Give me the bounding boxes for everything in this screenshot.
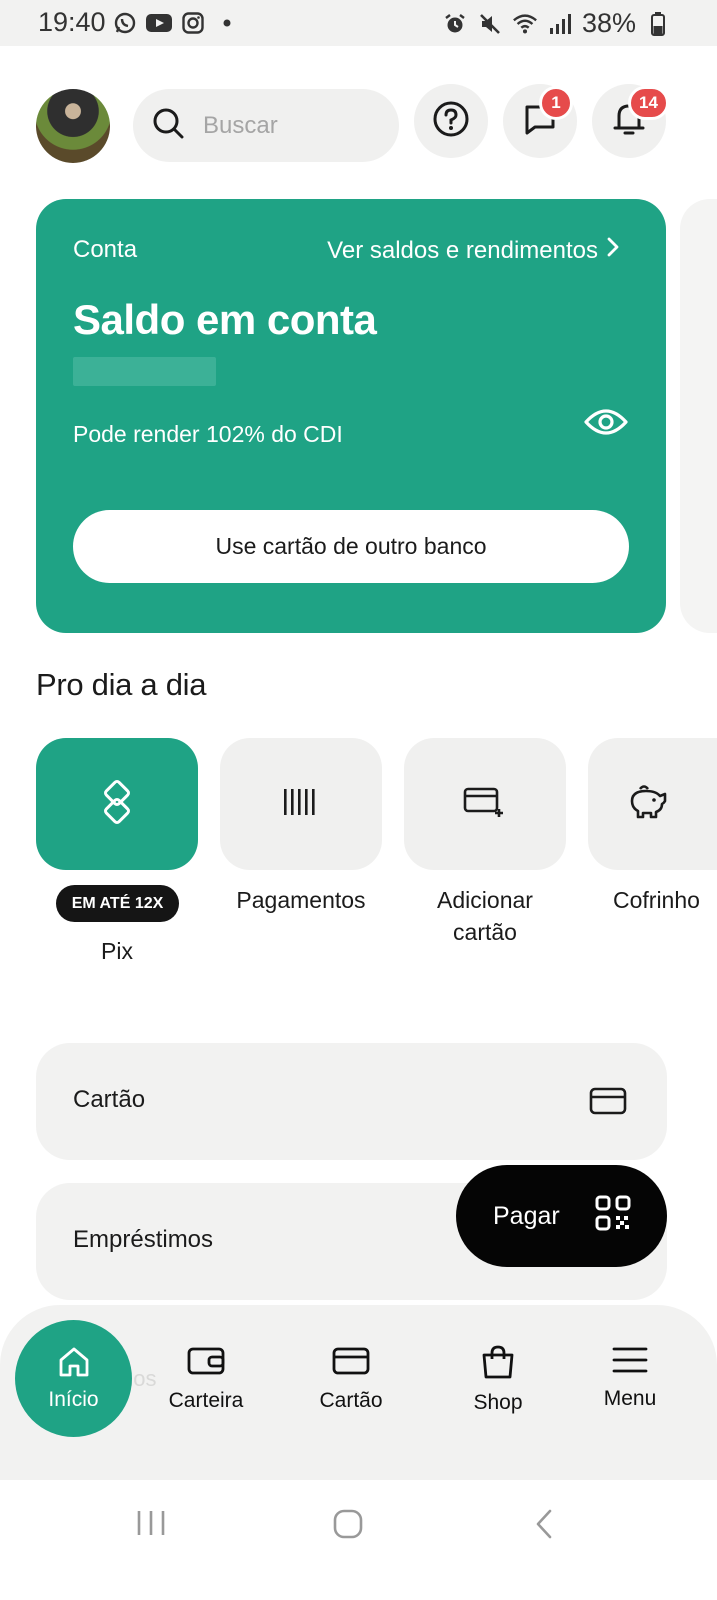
nav-home-label: Início <box>48 1387 99 1411</box>
instagram-icon <box>180 10 206 36</box>
hidden-balance <box>73 357 216 386</box>
menu-icon <box>612 1345 648 1381</box>
card-icon <box>589 1086 627 1121</box>
pay-button[interactable]: Pagar <box>456 1165 667 1267</box>
nav-menu[interactable]: Menu <box>575 1345 685 1411</box>
payments-tile[interactable] <box>220 738 382 870</box>
section-title: Pro dia a dia <box>36 667 207 702</box>
home-icon <box>57 1346 91 1384</box>
signal-icon <box>547 11 573 37</box>
recent-apps-icon[interactable] <box>136 1509 166 1542</box>
battery-percent: 38% <box>581 8 636 38</box>
nav-card[interactable]: Cartão <box>296 1345 406 1413</box>
shopping-bag-icon <box>480 1345 516 1385</box>
nav-home[interactable]: Início <box>15 1320 132 1437</box>
help-icon <box>432 100 470 143</box>
avatar[interactable] <box>36 89 110 163</box>
piggy-bank-icon <box>626 783 668 826</box>
mute-icon <box>477 11 503 37</box>
balance-title: Saldo em conta <box>73 296 377 343</box>
pix-tile[interactable] <box>36 738 198 870</box>
notifications-badge: 14 <box>628 86 669 120</box>
add-card-label: Adicionar cartão <box>437 887 533 945</box>
cdi-yield-text: Pode render 102% do CDI <box>73 421 343 447</box>
dot-icon <box>214 10 240 36</box>
messages-badge: 1 <box>539 86 573 120</box>
card-icon <box>332 1345 370 1383</box>
messages-button[interactable]: 1 <box>503 84 577 158</box>
nav-shop[interactable]: Shop <box>443 1345 553 1415</box>
account-card[interactable]: Conta Ver saldos e rendimentos Saldo em … <box>36 199 666 633</box>
help-button[interactable] <box>414 84 488 158</box>
pay-button-label: Pagar <box>493 1201 560 1230</box>
piggy-bank-label: Cofrinho <box>613 887 700 913</box>
nav-wallet-label: Carteira <box>168 1389 244 1412</box>
system-nav-bar <box>0 1480 717 1600</box>
battery-icon <box>645 11 671 37</box>
chevron-right-icon <box>606 236 620 265</box>
status-system-icons: 38% <box>442 8 671 39</box>
piggy-bank-tile[interactable] <box>588 738 717 870</box>
status-time: 19:40 <box>38 7 106 37</box>
payments-label: Pagamentos <box>236 887 366 913</box>
nav-card-label: Cartão <box>319 1389 383 1412</box>
add-card-icon <box>463 785 507 824</box>
qr-code-icon <box>594 1194 632 1239</box>
nav-wallet[interactable]: Carteira <box>151 1345 261 1413</box>
pix-installments-badge: EM ATÉ 12X <box>56 885 179 922</box>
card-row-label: Cartão <box>73 1086 146 1113</box>
use-other-bank-card-button[interactable]: Use cartão de outro banco <box>73 510 629 583</box>
nav-menu-label: Menu <box>603 1387 657 1410</box>
home-system-icon[interactable] <box>332 1508 364 1545</box>
status-app-icons <box>112 10 240 36</box>
back-icon[interactable] <box>534 1508 554 1545</box>
eye-icon[interactable] <box>582 402 630 442</box>
next-card-peek[interactable] <box>680 199 717 633</box>
card-row[interactable]: Cartão <box>36 1043 667 1160</box>
wallet-icon <box>187 1345 225 1383</box>
notifications-button[interactable]: 14 <box>592 84 669 158</box>
loans-row-label: Empréstimos <box>73 1226 214 1253</box>
balances-link[interactable]: Ver saldos e rendimentos <box>327 236 620 265</box>
add-card-tile[interactable] <box>404 738 566 870</box>
search-bar[interactable] <box>133 89 399 162</box>
youtube-icon <box>146 10 172 36</box>
balances-link-text: Ver saldos e rendimentos <box>327 236 598 264</box>
pix-icon <box>95 779 139 829</box>
status-bar: 19:40 38% <box>0 0 717 46</box>
search-input[interactable] <box>203 111 383 140</box>
wifi-icon <box>512 11 538 37</box>
pix-label: Pix <box>101 938 133 964</box>
barcode-icon <box>283 787 319 822</box>
alarm-icon <box>442 11 468 37</box>
nav-shop-label: Shop <box>473 1391 523 1414</box>
whatsapp-icon <box>112 10 138 36</box>
search-icon <box>151 106 185 145</box>
account-label: Conta <box>73 236 138 263</box>
